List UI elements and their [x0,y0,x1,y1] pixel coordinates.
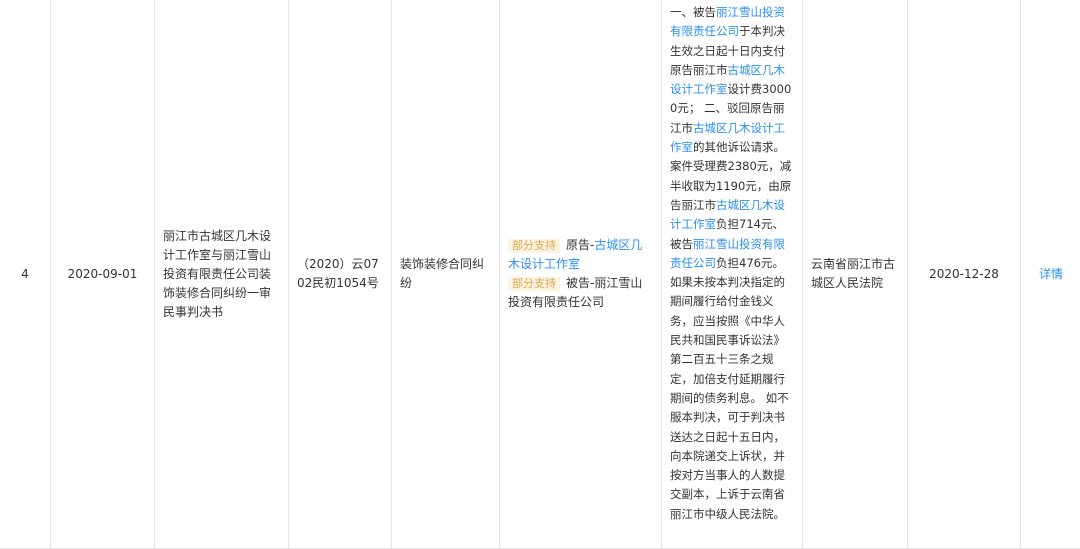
detail-link[interactable]: 详情 [1039,267,1063,281]
judgement-table: 4 2020-09-01 丽江市古城区几木设计工作室与丽江雪山投资有限责任公司装… [0,0,1080,549]
case-cause: 装饰装修合同纠纷 [392,0,500,549]
party-result-badge: 部分支持 [508,239,560,253]
party-plaintiff: 部分支持原告-古城区几木设计工作室 [508,236,653,274]
judgement-date: 2020-12-28 [908,0,1021,549]
table-row: 4 2020-09-01 丽江市古城区几木设计工作室与丽江雪山投资有限责任公司装… [0,0,1080,549]
publish-date: 2020-09-01 [51,0,155,549]
judgement-text: 一、被告丽江雪山投资有限责任公司于本判决生效之日起十日内支付原告丽江市古城区几木… [662,0,803,549]
judgement-segment: 一、被告 [670,5,716,19]
detail-cell: 详情 [1021,0,1080,549]
case-number: （2020）云0702民初1054号 [289,0,392,549]
parties-cell: 部分支持原告-古城区几木设计工作室 部分支持被告-丽江雪山投资有限责任公司 [500,0,662,549]
judgement-segment: 负担476元。 如果未按本判决指定的期间履行给付金钱义务，应当按照《中华人民共和… [670,256,789,521]
party-role: 原告- [566,238,594,252]
party-result-badge: 部分支持 [508,277,560,291]
party-defendant: 部分支持被告-丽江雪山投资有限责任公司 [508,274,653,312]
court-name: 云南省丽江市古城区人民法院 [803,0,908,549]
party-role: 被告- [566,276,594,290]
case-title: 丽江市古城区几木设计工作室与丽江雪山投资有限责任公司装饰装修合同纠纷一审民事判决… [155,0,289,549]
row-index: 4 [0,0,51,549]
